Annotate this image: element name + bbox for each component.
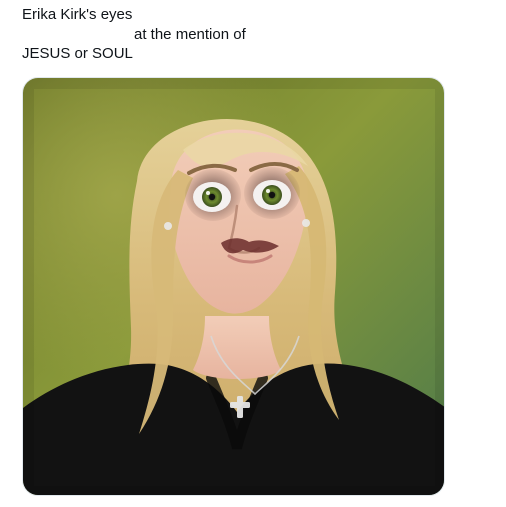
post-media-image[interactable] — [22, 77, 445, 496]
post-text-line-2: at the mention of — [134, 26, 246, 43]
post-text-line-1: Erika Kirk's eyes — [22, 6, 133, 23]
meme-photo-illustration — [23, 78, 444, 495]
post-text-line-3: JESUS or SOUL — [22, 45, 133, 62]
